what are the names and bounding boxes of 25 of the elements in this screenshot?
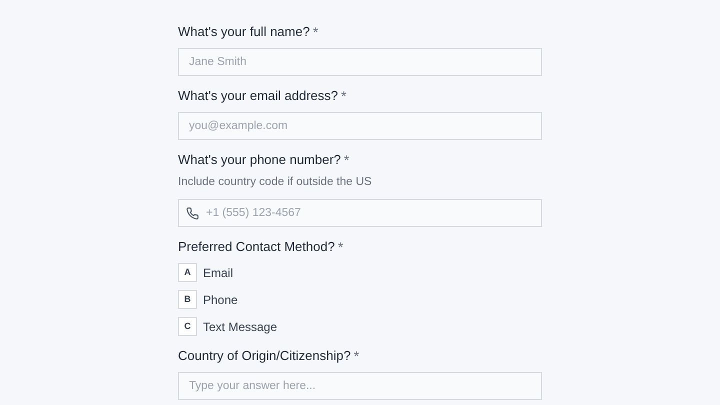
text-field[interactable]: you@example.com xyxy=(178,112,542,140)
option-label: Text Message xyxy=(203,318,278,336)
question-label: Country of Origin/Citizenship? xyxy=(178,347,351,366)
phone-icon xyxy=(186,206,199,220)
choice-option[interactable]: B Phone xyxy=(178,290,238,310)
question-label: What's your email address? xyxy=(178,87,338,105)
choice-option[interactable]: A Email xyxy=(178,263,234,282)
required-mark: * xyxy=(354,347,360,366)
text-field[interactable]: Type your answer here... xyxy=(178,372,542,400)
option-key: C xyxy=(178,317,197,336)
required-mark: * xyxy=(341,87,346,106)
text-field[interactable]: Jane Smith xyxy=(178,48,542,76)
option-label: Email xyxy=(203,264,234,282)
option-key: B xyxy=(178,290,197,310)
phone-field[interactable]: +1 (555) 123-4567 xyxy=(178,199,542,228)
hint-text: Include country code if outside the US xyxy=(178,175,373,190)
option-key: A xyxy=(178,263,197,282)
required-mark: * xyxy=(312,23,318,42)
question-label: What's your full name? xyxy=(178,23,310,41)
option-label: Phone xyxy=(203,292,238,309)
choice-option[interactable]: C Text Message xyxy=(178,317,278,336)
question-label: What's your phone number? xyxy=(178,151,341,169)
question-label: Preferred Contact Method? xyxy=(178,238,335,256)
required-mark: * xyxy=(344,151,350,170)
required-mark: * xyxy=(338,238,344,258)
